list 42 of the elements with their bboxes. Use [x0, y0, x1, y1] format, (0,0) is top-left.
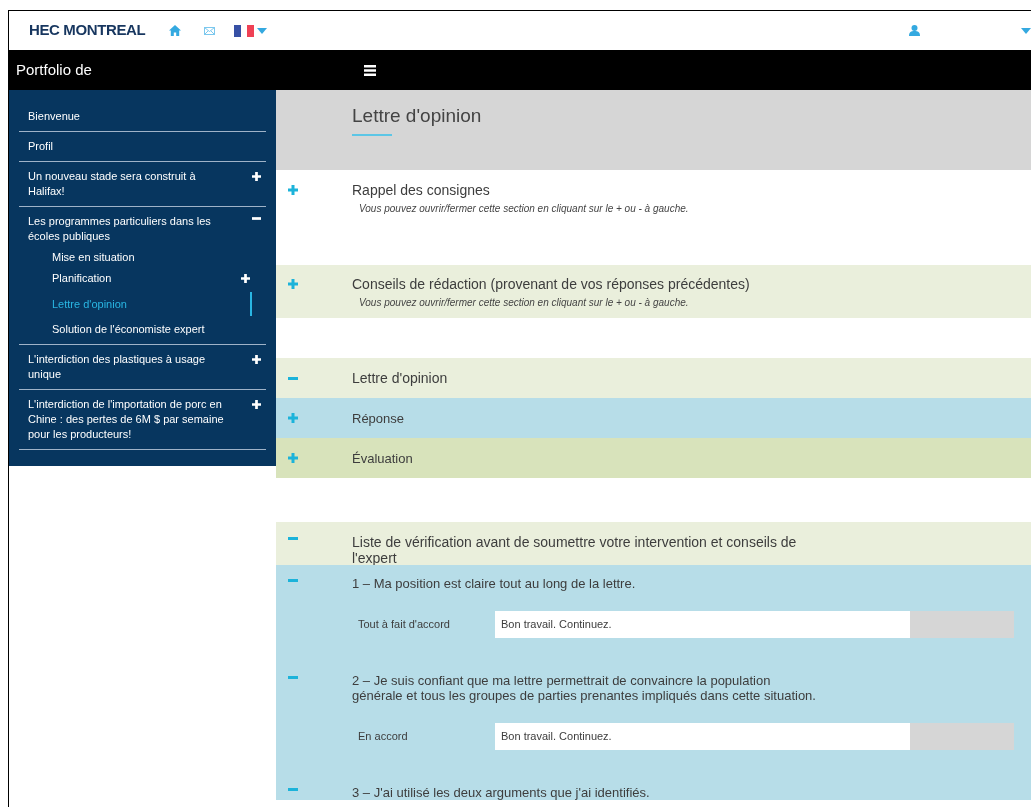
- criterion-text: 1 – Ma position est claire tout au long de la lettre.: [352, 576, 637, 591]
- nav-item[interactable]: Les programmes particuliers dans les écoles publiques: [28, 214, 233, 244]
- section-note: Vous pouvez ouvrir/fermer cette section en cliquant sur le + ou - à gauche.: [359, 296, 690, 309]
- user-icon[interactable]: [909, 25, 920, 36]
- rating-label: En accord: [358, 729, 409, 745]
- section-title: Rappel des consignes: [352, 182, 491, 198]
- nav-subitem[interactable]: Mise en situation: [52, 250, 233, 265]
- menu-icon[interactable]: [364, 64, 376, 76]
- nav-item[interactable]: Un nouveau stade sera construit à Halifax!: [28, 169, 233, 199]
- caret-icon[interactable]: [1021, 27, 1031, 34]
- nav-item[interactable]: L'interdiction des plastiques à usage unique: [28, 352, 233, 382]
- feedback-field: Bon travail. Continuez.: [495, 723, 910, 750]
- mail-icon[interactable]: [204, 26, 216, 35]
- plus-icon[interactable]: [252, 172, 261, 181]
- home-icon[interactable]: [169, 25, 182, 36]
- title-underline: [352, 134, 392, 136]
- section-title: Réponse: [352, 410, 406, 426]
- page-title: Lettre d'opinion: [352, 104, 483, 128]
- nav-item[interactable]: Bienvenue: [28, 109, 233, 124]
- plus-icon[interactable]: [252, 400, 261, 409]
- nav-subitem[interactable]: Planification: [52, 271, 233, 286]
- nav-subitem[interactable]: Solution de l'économiste expert: [52, 322, 233, 337]
- feedback-field: Bon travail. Continuez.: [495, 611, 910, 638]
- section-title: Lettre d'opinion: [352, 370, 449, 386]
- plus-icon[interactable]: [241, 274, 250, 283]
- criterion-text: 3 – J'ai utilisé les deux arguments que j'ai identifiés.: [352, 785, 651, 800]
- minus-icon[interactable]: [288, 376, 298, 380]
- section-title: Liste de vérification avant de soumettre votre intervention et conseils de l'expert: [352, 534, 798, 566]
- nav-subitem[interactable]: Lettre d'opinion: [52, 296, 233, 312]
- nav-item[interactable]: L'interdiction de l'importation de porc en Chine : des pertes de 6M $ par semaine pour les producteurs!: [28, 397, 233, 442]
- logo[interactable]: HEC MONTREAL: [29, 19, 146, 42]
- section-title: Évaluation: [352, 450, 414, 466]
- section-title: Conseils de rédaction (provenant de vos réponses précédentes): [352, 276, 751, 292]
- nav-item[interactable]: Profil: [28, 139, 233, 154]
- caret-icon[interactable]: [257, 27, 268, 34]
- criterion-text: 2 – Je suis confiant que ma lettre permettrait de convaincre la population générale et tous les groupes de parties prenantes impliqués dans cette situation.: [352, 673, 817, 703]
- minus-icon[interactable]: [252, 217, 261, 220]
- rating-label: Tout à fait d'accord: [358, 617, 451, 633]
- flag-icon[interactable]: [234, 24, 255, 37]
- plus-icon[interactable]: [252, 355, 261, 364]
- portfolio-title: Portfolio de: [16, 59, 93, 80]
- section-note: Vous pouvez ouvrir/fermer cette section en cliquant sur le + ou - à gauche.: [359, 202, 690, 215]
